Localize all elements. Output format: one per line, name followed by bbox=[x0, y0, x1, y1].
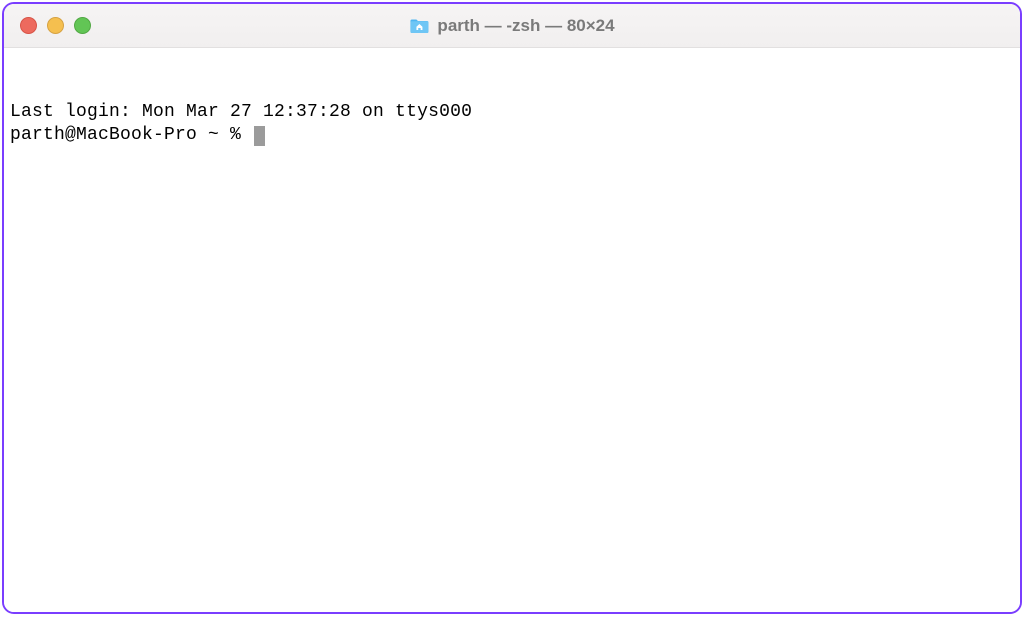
terminal-cursor bbox=[254, 126, 265, 146]
prompt-line: parth@MacBook-Pro ~ % bbox=[10, 124, 1014, 147]
prompt-text: parth@MacBook-Pro ~ % bbox=[10, 125, 252, 145]
terminal-window: parth — -zsh — 80×24 Last login: Mon Mar… bbox=[2, 2, 1022, 614]
last-login-line: Last login: Mon Mar 27 12:37:28 on ttys0… bbox=[10, 101, 1014, 124]
terminal-body[interactable]: Last login: Mon Mar 27 12:37:28 on ttys0… bbox=[4, 48, 1020, 612]
traffic-lights bbox=[20, 17, 91, 34]
window-titlebar[interactable]: parth — -zsh — 80×24 bbox=[4, 4, 1020, 48]
minimize-button[interactable] bbox=[47, 17, 64, 34]
window-title-wrap: parth — -zsh — 80×24 bbox=[409, 16, 614, 36]
home-folder-icon bbox=[409, 18, 429, 34]
maximize-button[interactable] bbox=[74, 17, 91, 34]
window-title: parth — -zsh — 80×24 bbox=[437, 16, 614, 36]
close-button[interactable] bbox=[20, 17, 37, 34]
